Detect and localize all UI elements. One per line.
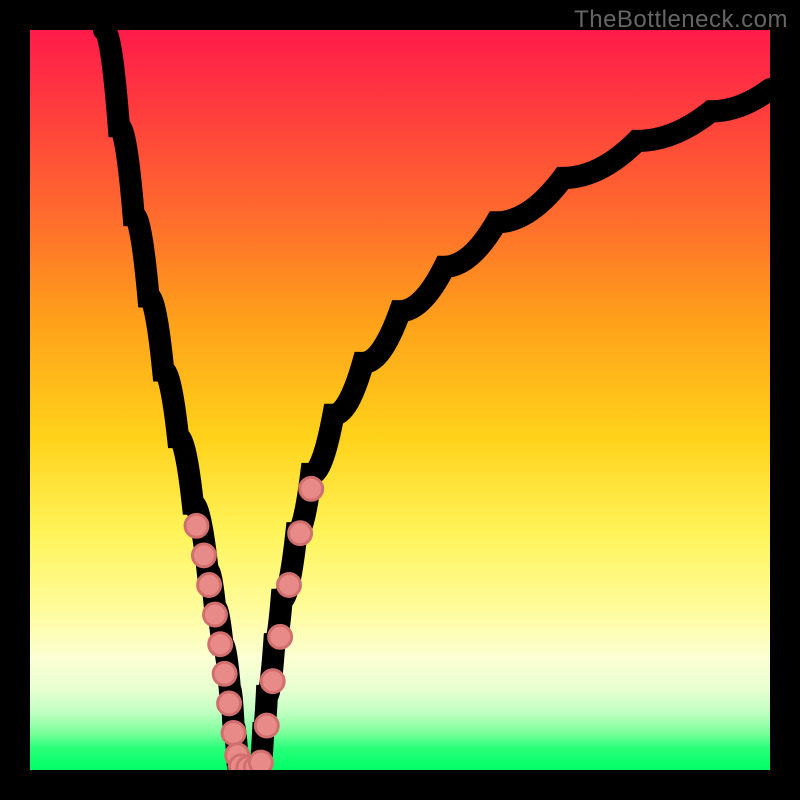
marker-dot: [204, 603, 227, 626]
right-branch-curve: [259, 89, 770, 770]
marker-dot: [300, 477, 323, 500]
chart-svg: [30, 30, 770, 770]
chart-container: TheBottleneck.com: [0, 0, 800, 800]
marker-dot: [289, 522, 312, 545]
marker-dot: [222, 722, 245, 745]
marker-dot: [198, 574, 221, 597]
watermark-text: TheBottleneck.com: [574, 6, 788, 34]
marker-dot: [213, 662, 236, 685]
marker-dot: [255, 714, 278, 737]
marker-dot: [192, 544, 215, 567]
marker-dot: [209, 633, 232, 656]
curve-layer: [104, 30, 770, 770]
plot-area: [30, 30, 770, 770]
marker-dot: [269, 625, 292, 648]
marker-dot: [261, 670, 284, 693]
marker-dot: [185, 514, 208, 537]
left-branch-curve: [104, 30, 239, 770]
marker-dot: [218, 692, 241, 715]
marker-dot: [278, 574, 301, 597]
marker-dot: [249, 751, 272, 770]
